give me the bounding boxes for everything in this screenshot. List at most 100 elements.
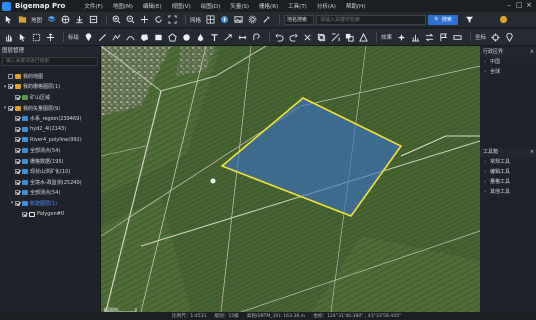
flag-icon[interactable] bbox=[438, 32, 449, 43]
layer-checkbox[interactable] bbox=[22, 211, 27, 217]
menu-item-8[interactable]: 分析(A) bbox=[312, 2, 341, 10]
undo-icon[interactable] bbox=[274, 32, 285, 43]
layer-checkbox[interactable] bbox=[15, 158, 20, 164]
menu-item-9[interactable]: 帮助(H) bbox=[341, 2, 370, 10]
layer-tree-item[interactable]: River4_polyline(992) bbox=[0, 135, 100, 146]
app-badge-icon[interactable] bbox=[498, 14, 509, 25]
layer-tree-item[interactable]: Polygon#0 bbox=[0, 209, 100, 220]
layer-tree-item[interactable]: 全部测点(54) bbox=[0, 145, 100, 156]
layer-tree-item[interactable]: hyd2_4l(2143) bbox=[0, 124, 100, 135]
cursor-icon[interactable] bbox=[3, 14, 14, 25]
tools-icon[interactable] bbox=[261, 14, 272, 25]
curve-icon[interactable] bbox=[125, 32, 136, 43]
search-mode-select[interactable]: 地名搜索 bbox=[284, 14, 315, 25]
arrow-icon[interactable] bbox=[223, 32, 234, 43]
select-box-icon[interactable] bbox=[31, 32, 42, 43]
merge-icon[interactable] bbox=[344, 32, 355, 43]
zoom-out-icon[interactable] bbox=[125, 14, 136, 25]
tools-item[interactable]: › 量格工具 bbox=[480, 177, 536, 187]
rectangle-icon[interactable] bbox=[153, 32, 164, 43]
layer-search-input[interactable] bbox=[2, 57, 98, 66]
grid-icon[interactable] bbox=[205, 14, 216, 25]
layer-checkbox[interactable] bbox=[15, 116, 20, 122]
menu-item-1[interactable]: 地图(M) bbox=[108, 2, 138, 10]
tools-item[interactable]: › 常规工具 bbox=[480, 157, 536, 167]
polyline-icon[interactable] bbox=[111, 32, 122, 43]
layer-checkbox[interactable] bbox=[8, 84, 13, 90]
copy-icon[interactable] bbox=[316, 32, 327, 43]
menu-item-7[interactable]: 工具(T) bbox=[283, 2, 312, 10]
menu-item-6[interactable]: 栅格(R) bbox=[254, 2, 283, 10]
download-icon[interactable] bbox=[74, 14, 85, 25]
layer-tree-item[interactable]: 我的地图 bbox=[0, 71, 100, 82]
effects-menu-button[interactable]: 效果 bbox=[381, 33, 392, 41]
open-file-icon[interactable] bbox=[17, 14, 28, 25]
swap-icon[interactable] bbox=[424, 32, 435, 43]
pin-icon[interactable] bbox=[504, 32, 515, 43]
text-icon[interactable] bbox=[209, 32, 220, 43]
layers-icon[interactable] bbox=[46, 14, 57, 25]
zoom-in-icon[interactable] bbox=[111, 14, 122, 25]
layer-checkbox[interactable] bbox=[8, 73, 13, 79]
menu-item-3[interactable]: 视图(V) bbox=[167, 2, 196, 10]
path-icon[interactable] bbox=[251, 32, 262, 43]
layer-checkbox[interactable] bbox=[15, 179, 20, 185]
filter-icon[interactable] bbox=[464, 14, 475, 25]
ruler-icon[interactable] bbox=[452, 32, 463, 43]
menu-item-2[interactable]: 编辑(E) bbox=[138, 2, 167, 10]
line-icon[interactable] bbox=[97, 32, 108, 43]
image-icon[interactable] bbox=[233, 14, 244, 25]
layer-checkbox[interactable] bbox=[15, 200, 20, 206]
compass-icon[interactable] bbox=[219, 14, 230, 25]
minimize-icon[interactable]: – bbox=[504, 1, 514, 10]
shape-icon[interactable] bbox=[358, 32, 369, 43]
tools-item[interactable]: › 其他工具 bbox=[480, 187, 536, 197]
search-input[interactable] bbox=[316, 14, 427, 25]
layer-tree-item[interactable]: 栅格数据(195) bbox=[0, 156, 100, 167]
crosshair-icon[interactable] bbox=[490, 32, 501, 43]
layer-checkbox[interactable] bbox=[15, 190, 20, 196]
move-icon[interactable] bbox=[45, 32, 56, 43]
import-icon[interactable] bbox=[88, 14, 99, 25]
refresh-icon[interactable] bbox=[153, 14, 164, 25]
measure-icon[interactable] bbox=[237, 32, 248, 43]
sparkle-icon[interactable] bbox=[396, 32, 407, 43]
redo-icon[interactable] bbox=[288, 32, 299, 43]
polygon-icon[interactable] bbox=[139, 32, 150, 43]
layer-tree-item[interactable]: 现状山洪矿化(10) bbox=[0, 166, 100, 177]
settings-icon[interactable] bbox=[247, 14, 258, 25]
pentagon-icon[interactable] bbox=[167, 32, 178, 43]
layer-tree-item[interactable]: ▾ 新建图层(1) bbox=[0, 198, 100, 209]
layers-item[interactable]: › 全球 bbox=[480, 67, 536, 77]
split-icon[interactable] bbox=[330, 32, 341, 43]
maximize-icon[interactable]: □ bbox=[514, 1, 524, 10]
layer-tree-item[interactable]: ▾ 我的栅格图层(1) bbox=[0, 82, 100, 93]
pan-icon[interactable] bbox=[139, 14, 150, 25]
panel-close-icon[interactable]: × bbox=[530, 48, 534, 57]
layer-checkbox[interactable] bbox=[15, 147, 20, 153]
drop-icon[interactable] bbox=[195, 32, 206, 43]
layer-tree-item[interactable]: 全境水-政监测(25240) bbox=[0, 177, 100, 188]
select-arrow-icon[interactable] bbox=[17, 32, 28, 43]
layer-tree-item[interactable]: 水系_region(239469) bbox=[0, 113, 100, 124]
layer-checkbox[interactable] bbox=[15, 169, 20, 175]
map-canvas[interactable]: 200m 1000ft bbox=[101, 46, 480, 312]
chart-icon[interactable] bbox=[410, 32, 421, 43]
layer-checkbox[interactable] bbox=[15, 137, 20, 143]
hand-icon[interactable] bbox=[3, 32, 14, 43]
panel-close-icon[interactable]: × bbox=[530, 148, 534, 157]
layers-item[interactable]: › 中国 bbox=[480, 57, 536, 67]
layer-checkbox[interactable] bbox=[15, 126, 20, 132]
layer-checkbox[interactable] bbox=[8, 105, 13, 111]
fullscreen-icon[interactable] bbox=[167, 14, 178, 25]
circle-icon[interactable] bbox=[181, 32, 192, 43]
menu-item-4[interactable]: 绘图(D) bbox=[196, 2, 226, 10]
grid-menu-button[interactable]: 网格 bbox=[190, 16, 201, 24]
globe-icon[interactable] bbox=[60, 14, 71, 25]
layer-tree-item[interactable]: ▾ 我的矢量图层(9) bbox=[0, 103, 100, 114]
marker-icon[interactable] bbox=[83, 32, 94, 43]
search-button[interactable]: 🔍 搜索 bbox=[428, 14, 458, 25]
tools-item[interactable]: › 编辑工具 bbox=[480, 167, 536, 177]
close-icon[interactable]: × bbox=[524, 1, 534, 10]
delete-icon[interactable] bbox=[302, 32, 313, 43]
